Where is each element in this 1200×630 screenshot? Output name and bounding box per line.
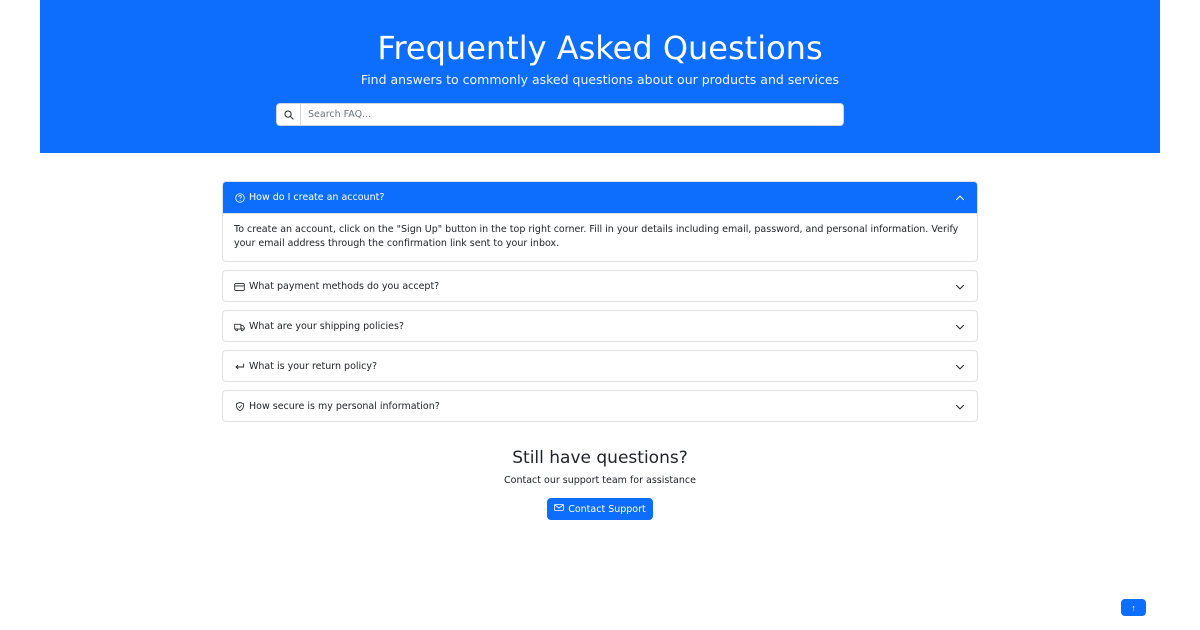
faq-question-button[interactable]: What is your return policy? [223, 351, 977, 381]
chevron-down-icon [954, 281, 966, 293]
faq-item-payment-methods: What payment methods do you accept? [222, 270, 978, 302]
question-circle-icon [234, 192, 245, 203]
faq-item-shipping-policies: What are your shipping policies? [222, 310, 978, 342]
contact-support-label: Contact Support [568, 503, 646, 515]
faq-question-button[interactable]: How secure is my personal information? [223, 391, 977, 421]
chevron-down-icon [954, 321, 966, 333]
faq-question-label: What is your return policy? [249, 361, 378, 372]
faq-question-button[interactable]: How do I create an account? [223, 182, 977, 213]
faq-question-label: How secure is my personal information? [249, 401, 440, 412]
chevron-up-icon [954, 192, 966, 204]
return-arrow-icon [234, 361, 245, 372]
credit-card-icon [234, 281, 245, 292]
faq-question-label: How do I create an account? [249, 192, 385, 203]
faq-item-return-policy: What is your return policy? [222, 350, 978, 382]
contact-title: Still have questions? [512, 448, 688, 468]
faq-question-button[interactable]: What payment methods do you accept? [223, 271, 977, 301]
faq-answer: To create an account, click on the "Sign… [223, 213, 977, 261]
back-to-top-button[interactable]: ↑ [1121, 599, 1146, 616]
search-icon [277, 104, 301, 125]
contact-support-button[interactable]: Contact Support [547, 498, 653, 520]
truck-icon [234, 321, 245, 332]
contact-section: Still have questions? Contact our suppor… [0, 448, 1200, 520]
envelope-icon [554, 503, 564, 515]
page-subtitle: Find answers to commonly asked questions… [360, 72, 840, 87]
arrow-up-icon: ↑ [1131, 602, 1136, 613]
search-input[interactable] [301, 104, 843, 125]
faq-question-button[interactable]: What are your shipping policies? [223, 311, 977, 341]
page-title: Frequently Asked Questions [377, 29, 823, 67]
shield-icon [234, 401, 245, 412]
contact-text: Contact our support team for assistance [504, 475, 696, 486]
search-bar [276, 103, 844, 126]
chevron-down-icon [954, 361, 966, 373]
chevron-down-icon [954, 401, 966, 413]
faq-item-create-account: How do I create an account? To create an… [222, 181, 978, 262]
faq-accordion: How do I create an account? To create an… [222, 181, 978, 430]
hero-banner: Frequently Asked Questions Find answers … [40, 0, 1160, 153]
faq-question-label: What payment methods do you accept? [249, 281, 440, 292]
faq-item-personal-information: How secure is my personal information? [222, 390, 978, 422]
faq-question-label: What are your shipping policies? [249, 321, 404, 332]
